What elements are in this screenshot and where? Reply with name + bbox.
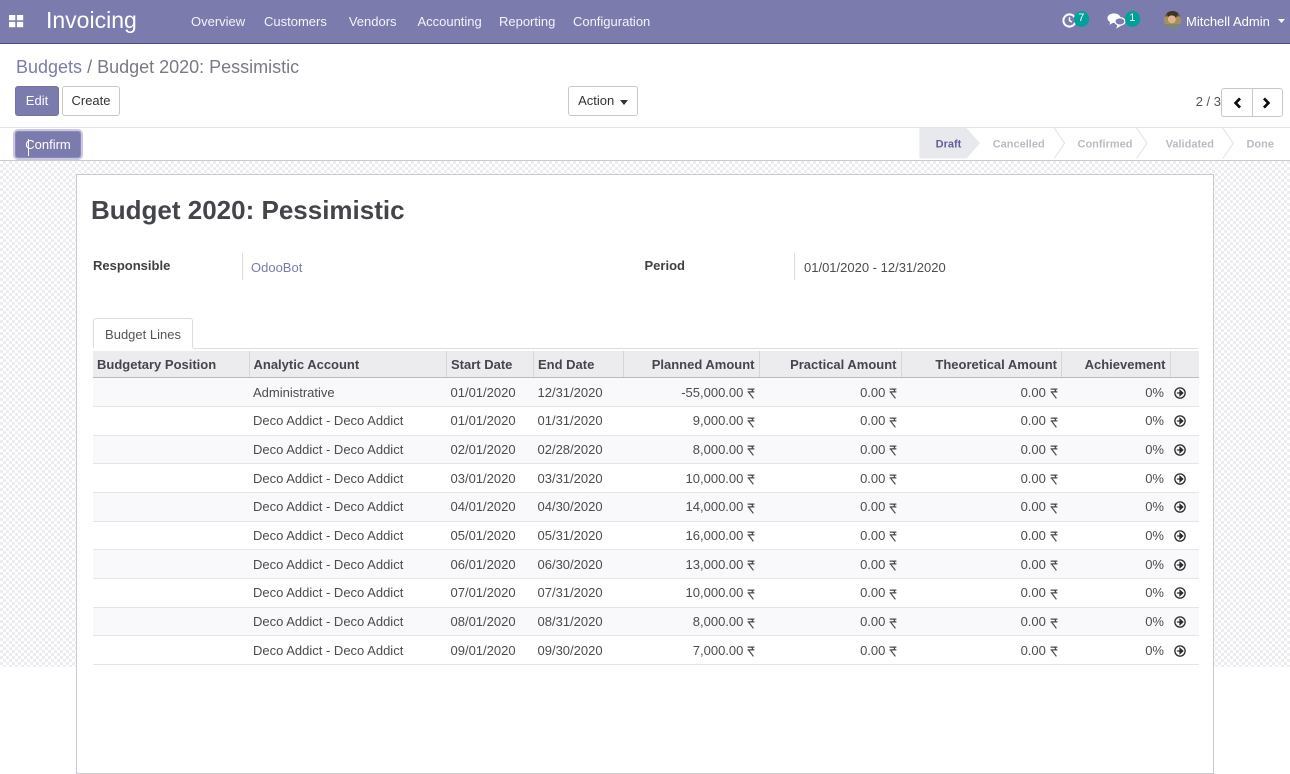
svg-text:Cancelled: Cancelled [993, 138, 1045, 150]
svg-text:Confirmed: Confirmed [1078, 138, 1133, 150]
svg-text:Draft: Draft [936, 138, 962, 150]
svg-text:Validated: Validated [1166, 138, 1214, 150]
svg-text:Done: Done [1246, 138, 1274, 150]
